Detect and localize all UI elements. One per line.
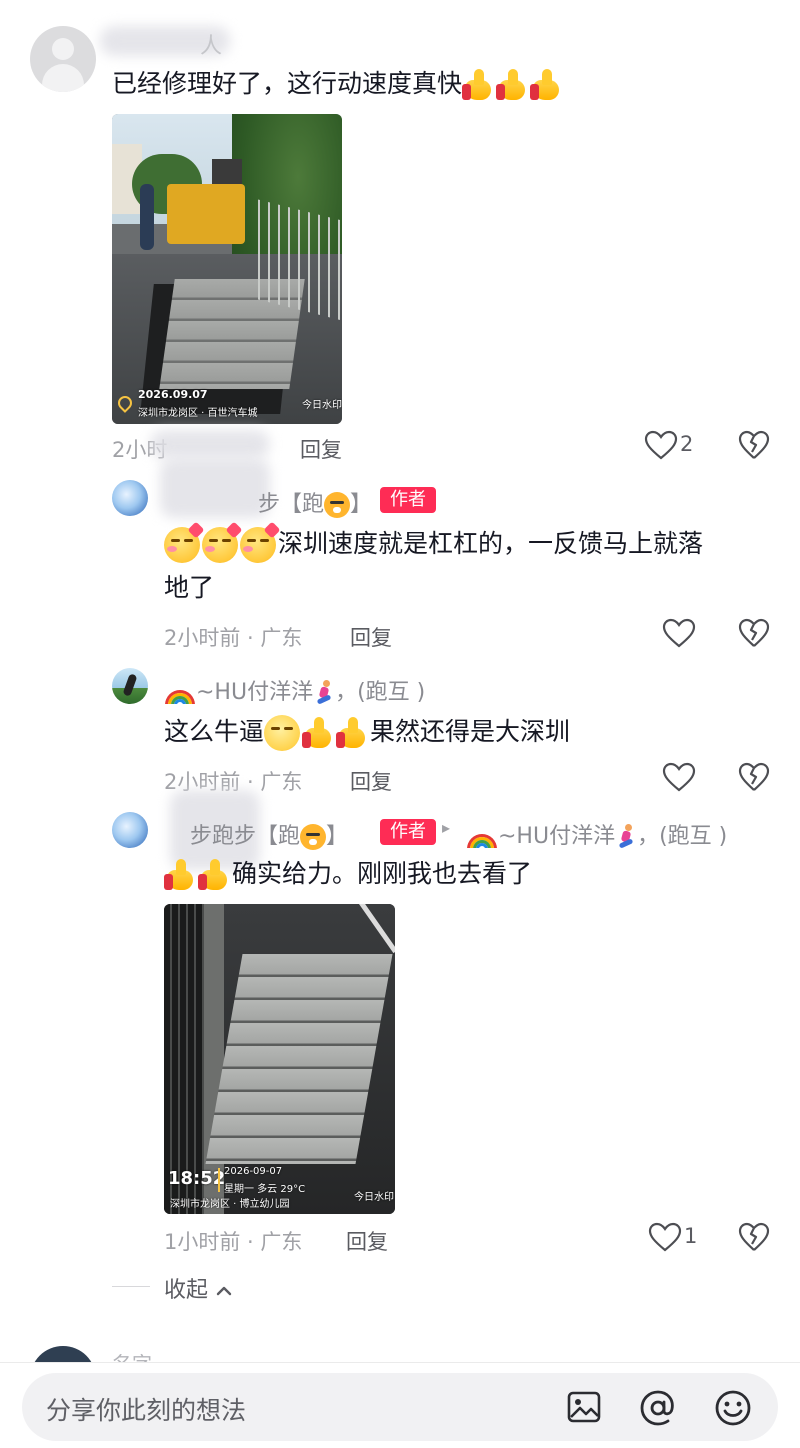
avatar[interactable] <box>112 812 148 848</box>
reply-to-arrow-icon: ▸ <box>442 818 451 837</box>
reply-author-name-text: ~HU付洋洋 <box>196 680 314 705</box>
comment-photo[interactable]: 2026.09.07 深圳市龙岗区 · 百世汽车城 今日水印 <box>112 114 342 424</box>
thumbs-up-icon <box>496 68 530 102</box>
photo-weather: 星期一 多云 29°C <box>224 1184 306 1195</box>
avatar[interactable] <box>30 26 96 92</box>
reply-text: 深圳速度就是杠杠的，一反馈马上就落 地了 <box>164 521 764 610</box>
reply-text-start: 这么牛逼 <box>164 717 265 746</box>
reply-photo[interactable]: 18:52 2026-09-07 星期一 多云 29°C 深圳市龙岗区 · 博立… <box>164 904 395 1214</box>
reply-author-name-text: 步【跑 <box>258 492 325 517</box>
thumbs-up-icon <box>302 716 336 750</box>
reply-to-name-text: ~HU付洋洋 <box>498 824 616 849</box>
collapse-divider <box>112 1286 150 1287</box>
rainbow-emoji-icon <box>466 826 498 848</box>
chevron-up-icon <box>216 1286 232 1296</box>
runner-emoji-icon <box>615 824 637 850</box>
avatar[interactable] <box>112 668 148 704</box>
image-icon[interactable] <box>566 1389 602 1425</box>
wink-emoji-icon <box>164 521 205 563</box>
reply-text: 这么牛逼 果然还得是大深圳 <box>164 710 570 754</box>
author-badge-text: 作者 <box>380 487 436 513</box>
reply-author-name-end: 】 <box>350 492 373 517</box>
reply-meta: 1小时前 · 广东 <box>164 1230 303 1254</box>
comment-input-bar: 分享你此刻的想法 <box>0 1362 800 1448</box>
like-count: 1 <box>684 1224 698 1248</box>
photo-date: 2026.09.07 <box>138 388 208 401</box>
comment-text: 已经修理好了，这行动速度真快 <box>112 62 564 106</box>
avatar[interactable] <box>112 480 148 516</box>
thumbs-up-icon <box>336 716 370 750</box>
reply-text-line2: 地了 <box>164 573 215 602</box>
reply-text-end: 果然还得是大深圳 <box>370 717 571 746</box>
comment-text-content: 已经修理好了，这行动速度真快 <box>112 69 463 98</box>
collapse-label: 收起 <box>164 1278 209 1303</box>
photo-location: 深圳市龙岗区 · 博立幼儿园 <box>170 1199 290 1210</box>
reply-author-name-text: 步跑步【跑 <box>190 824 301 849</box>
reply-author-name-end: 】 <box>326 824 349 849</box>
reply-author-name[interactable]: ~HU付洋洋 ，(跑互 ) <box>164 674 425 706</box>
thumbs-up-icon <box>530 68 564 102</box>
reply-text: 确实给力。刚刚我也去看了 <box>164 852 532 896</box>
photo-watermark: 今日水印 <box>302 400 342 411</box>
author-badge: 作者 <box>380 487 436 513</box>
photo-divider <box>218 1168 220 1192</box>
thumbs-up-icon <box>164 858 198 892</box>
reply-author-name[interactable]: 步跑步【跑】 <box>190 818 348 850</box>
author-badge: 作者 <box>380 819 436 845</box>
reply-button[interactable]: 回复 <box>350 622 392 652</box>
reply-button[interactable]: 回复 <box>350 766 392 796</box>
comment-input-placeholder: 分享你此刻的想法 <box>46 1396 247 1425</box>
reply-text-content: 确实给力。刚刚我也去看了 <box>232 859 533 888</box>
reply-author-suffix: ，(跑互 ) <box>335 680 426 705</box>
name-redaction <box>160 458 270 518</box>
reply-author-name[interactable]: 步【跑】 <box>258 486 372 518</box>
tiger-emoji-icon <box>300 824 327 850</box>
reply-text-line1: 深圳速度就是杠杠的，一反馈马上就落 <box>278 529 704 558</box>
broken-heart-icon[interactable] <box>738 618 770 648</box>
tiger-emoji-icon <box>324 492 351 518</box>
comment-author-name[interactable]: 人 <box>200 28 222 60</box>
collapse-button[interactable]: 收起 <box>164 1272 233 1304</box>
thumbs-up-icon <box>462 68 496 102</box>
reply-to-name[interactable]: ~HU付洋洋 ，(跑互 ) <box>466 818 727 850</box>
photo-time: 18:52 <box>168 1168 226 1189</box>
photo-date: 2026-09-07 <box>224 1166 283 1177</box>
heart-outline-icon[interactable] <box>648 1222 682 1252</box>
wink-emoji-icon <box>264 715 301 751</box>
broken-heart-icon[interactable] <box>738 762 770 792</box>
wink-emoji-icon <box>240 521 281 563</box>
like-count: 2 <box>680 432 694 456</box>
rainbow-emoji-icon <box>164 682 196 704</box>
heart-outline-icon[interactable] <box>662 762 696 792</box>
broken-heart-icon[interactable] <box>738 430 770 460</box>
reply-to-suffix: ，(跑互 ) <box>637 824 728 849</box>
meta-redaction <box>150 430 270 458</box>
comment-input[interactable]: 分享你此刻的想法 <box>22 1373 778 1441</box>
thumbs-up-icon <box>198 858 232 892</box>
emoji-icon[interactable] <box>714 1389 752 1427</box>
reply-meta: 2小时前 · 广东 <box>164 626 303 650</box>
wink-emoji-icon <box>202 521 243 563</box>
photo-watermark: 今日水印 <box>354 1192 394 1203</box>
reply-button[interactable]: 回复 <box>300 434 342 464</box>
reply-button[interactable]: 回复 <box>346 1226 388 1256</box>
at-icon[interactable] <box>639 1389 677 1427</box>
heart-outline-icon[interactable] <box>662 618 696 648</box>
photo-location: 深圳市龙岗区 · 百世汽车城 <box>138 408 258 419</box>
author-badge-text: 作者 <box>380 819 436 845</box>
heart-outline-icon[interactable] <box>644 430 678 460</box>
runner-emoji-icon <box>313 680 335 706</box>
broken-heart-icon[interactable] <box>738 1222 770 1252</box>
